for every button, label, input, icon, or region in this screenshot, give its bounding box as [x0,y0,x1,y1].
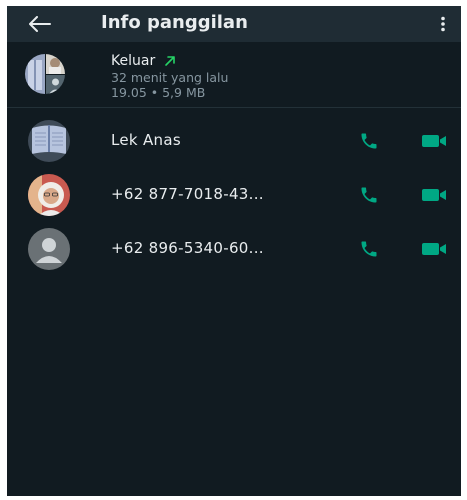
phone-icon [361,187,377,203]
contact-avatar [28,174,70,216]
participant-row[interactable]: +62 896-5340-60... [7,224,461,274]
voice-call-button[interactable] [356,237,382,261]
video-camera-icon [422,189,446,201]
call-status: Keluar [111,53,156,69]
more-options-button[interactable] [433,10,453,38]
divider [7,107,461,108]
contact-avatar [28,120,70,162]
call-info-screen: Info panggilan Keluar 32 menit yang lalu… [7,6,461,496]
video-camera-icon [422,243,446,255]
participant-name: Lek Anas [111,131,181,149]
participant-row[interactable]: +62 877-7018-43... [7,170,461,220]
video-call-button[interactable] [419,237,449,261]
call-time-ago: 32 menit yang lalu [111,70,229,85]
video-camera-icon [422,135,446,147]
video-call-button[interactable] [419,183,449,207]
default-person-avatar [28,228,70,270]
voice-call-button[interactable] [356,183,382,207]
participant-row[interactable]: Lek Anas [7,116,461,166]
participant-name: +62 877-7018-43... [111,185,264,203]
arrow-left-icon [29,16,51,32]
call-summary: Keluar 32 menit yang lalu 19.05 • 5,9 MB [7,42,461,108]
phone-icon [361,133,377,149]
more-vertical-icon [441,16,445,32]
app-bar: Info panggilan [7,6,461,42]
back-button[interactable] [25,10,55,38]
outgoing-arrow-icon [164,56,175,66]
participant-name: +62 896-5340-60... [111,239,264,257]
call-details: 19.05 • 5,9 MB [111,85,206,100]
video-call-button[interactable] [419,129,449,153]
group-avatar [25,54,65,94]
page-title: Info panggilan [101,12,248,33]
voice-call-button[interactable] [356,129,382,153]
phone-icon [361,241,377,257]
